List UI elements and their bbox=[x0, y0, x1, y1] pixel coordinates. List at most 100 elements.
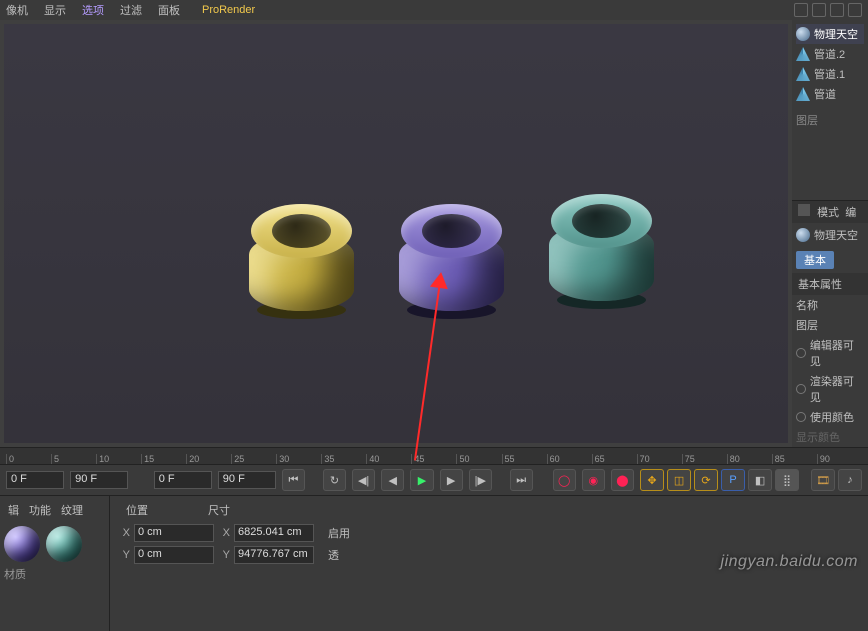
object-item-tube-2[interactable]: 管道.2 bbox=[796, 44, 864, 64]
material-label: 材质 bbox=[4, 566, 105, 582]
size-x-input[interactable]: 6825.041 cm bbox=[234, 524, 314, 542]
mat-tab-func[interactable]: 功能 bbox=[29, 502, 51, 518]
attr-object-name: 物理天空 bbox=[814, 227, 858, 243]
loop-button[interactable]: ↻ bbox=[323, 469, 346, 491]
transport-bar: 0 F 90 F 0 F 90 F ⏮ ↻ ◀| ◀ ▶ ▶ |▶ ⏭ ◯ ◉ … bbox=[0, 465, 868, 495]
goto-start-button[interactable]: ⏮ bbox=[282, 469, 305, 491]
prev-key-button[interactable]: ◀| bbox=[352, 469, 375, 491]
size-y-input[interactable]: 94776.767 cm bbox=[234, 546, 314, 564]
next-key-button[interactable]: |▶ bbox=[469, 469, 492, 491]
object-label: 管道.1 bbox=[814, 66, 845, 82]
frame-start-input[interactable]: 0 F bbox=[6, 471, 64, 489]
tab-basic[interactable]: 基本 bbox=[796, 251, 834, 269]
axis-label: X bbox=[218, 527, 230, 539]
viewport[interactable] bbox=[4, 24, 788, 443]
main-area: 物理天空 管道.2 管道.1 管道 图层 模式 编 bbox=[0, 20, 868, 447]
tick: 60 bbox=[547, 454, 592, 464]
tube-icon bbox=[796, 67, 810, 81]
param-tool-icon[interactable]: P bbox=[721, 469, 745, 491]
menu-display[interactable]: 显示 bbox=[44, 2, 66, 18]
vp-close-icon[interactable] bbox=[848, 3, 862, 17]
menu-prorender[interactable]: ProRender bbox=[202, 4, 255, 16]
enable-label[interactable]: 启用 bbox=[328, 525, 350, 541]
object-teal-tube[interactable] bbox=[549, 194, 654, 309]
tick: 20 bbox=[186, 454, 231, 464]
tick: 65 bbox=[592, 454, 637, 464]
pos-x-input[interactable]: 0 cm bbox=[134, 524, 214, 542]
prev-frame-button[interactable]: ◀ bbox=[381, 469, 404, 491]
tick: 75 bbox=[682, 454, 727, 464]
move-tool-icon[interactable]: ✥ bbox=[640, 469, 664, 491]
layer-header[interactable]: 图层 bbox=[796, 110, 864, 130]
record-key-button[interactable]: ◯ bbox=[553, 469, 576, 491]
attr-mode-header: 模式 编 bbox=[792, 201, 868, 223]
tick: 30 bbox=[276, 454, 321, 464]
radio-show-color: 显示颜色 bbox=[792, 427, 868, 447]
trans-label[interactable]: 透 bbox=[328, 547, 339, 563]
frame-range-input[interactable]: 90 F bbox=[218, 471, 276, 489]
mat-tab-edit[interactable]: 辑 bbox=[8, 502, 19, 518]
play-button[interactable]: ▶ bbox=[410, 469, 433, 491]
mat-tab-tex[interactable]: 纹理 bbox=[61, 502, 83, 518]
pos-y-input[interactable]: 0 cm bbox=[134, 546, 214, 564]
coord-row-x: X 0 cm X 6825.041 cm 启用 bbox=[118, 524, 860, 542]
vp-config-icon[interactable] bbox=[794, 3, 808, 17]
pla-tool-icon[interactable]: ◧ bbox=[748, 469, 772, 491]
tick: 0 bbox=[6, 454, 51, 464]
timeline-ruler[interactable]: 0 5 10 15 20 25 30 35 40 45 50 55 60 65 … bbox=[0, 447, 868, 465]
vp-layout-icon[interactable] bbox=[830, 3, 844, 17]
vp-maximize-icon[interactable] bbox=[812, 3, 826, 17]
section-basic: 基本属性 bbox=[792, 273, 868, 295]
material-panel: 辑 功能 纹理 材质 bbox=[0, 496, 110, 631]
col-size: 尺寸 bbox=[208, 502, 230, 518]
object-manager: 物理天空 管道.2 管道.1 管道 图层 模式 编 bbox=[792, 20, 868, 447]
key-selection-button[interactable]: ⬤ bbox=[611, 469, 634, 491]
name-label: 名称 bbox=[796, 297, 818, 313]
frame-end-input[interactable]: 90 F bbox=[70, 471, 128, 489]
film-icon[interactable]: 🎞 bbox=[811, 469, 835, 491]
radio-use-color[interactable]: 使用颜色 bbox=[792, 407, 868, 427]
bottom-panels: 辑 功能 纹理 材质 位置 尺寸 X 0 cm X 6825.041 cm 启用… bbox=[0, 495, 868, 631]
frame-current-input[interactable]: 0 F bbox=[154, 471, 212, 489]
menu-options[interactable]: 选项 bbox=[82, 2, 104, 18]
radio-label: 编辑器可见 bbox=[810, 337, 864, 369]
axis-label: X bbox=[118, 527, 130, 539]
mode-menu[interactable]: 模式 bbox=[817, 207, 839, 219]
viewport-menubar: 像机 显示 选项 过滤 面板 ProRender bbox=[0, 0, 868, 20]
menu-filter[interactable]: 过滤 bbox=[120, 2, 142, 18]
object-list[interactable]: 物理天空 管道.2 管道.1 管道 图层 bbox=[792, 20, 868, 200]
next-frame-button[interactable]: ▶ bbox=[440, 469, 463, 491]
menu-camera[interactable]: 像机 bbox=[6, 2, 28, 18]
globe-icon bbox=[796, 228, 810, 242]
attr-layer-row: 图层 bbox=[792, 315, 868, 335]
tick: 90 bbox=[817, 454, 862, 464]
rotate-tool-icon[interactable]: ⟳ bbox=[694, 469, 718, 491]
tick: 85 bbox=[772, 454, 817, 464]
col-position: 位置 bbox=[126, 502, 148, 518]
material-preview-purple[interactable] bbox=[4, 526, 40, 562]
anim-marker-icon[interactable]: ⣿ bbox=[775, 469, 799, 491]
scale-tool-icon[interactable]: ◫ bbox=[667, 469, 691, 491]
tick: 70 bbox=[637, 454, 682, 464]
viewport-canvas bbox=[4, 24, 788, 443]
goto-end-button[interactable]: ⏭ bbox=[510, 469, 533, 491]
tick: 25 bbox=[231, 454, 276, 464]
tick: 50 bbox=[456, 454, 501, 464]
autokey-button[interactable]: ◉ bbox=[582, 469, 605, 491]
object-item-tube[interactable]: 管道 bbox=[796, 84, 864, 104]
object-yellow-tube[interactable] bbox=[249, 204, 354, 319]
material-preview-teal[interactable] bbox=[46, 526, 82, 562]
radio-label: 显示颜色 bbox=[796, 429, 840, 445]
tube-icon bbox=[796, 87, 810, 101]
axis-label: Y bbox=[218, 549, 230, 561]
object-item-tube-1[interactable]: 管道.1 bbox=[796, 64, 864, 84]
radio-render-visible[interactable]: 渲染器可见 bbox=[792, 371, 868, 407]
object-item-physical-sky[interactable]: 物理天空 bbox=[796, 24, 864, 44]
menu-panel[interactable]: 面板 bbox=[158, 2, 180, 18]
edit-menu[interactable]: 编 bbox=[845, 207, 856, 219]
object-purple-tube[interactable] bbox=[399, 204, 504, 319]
sound-icon[interactable]: ♪ bbox=[838, 469, 862, 491]
axis-label: Y bbox=[118, 549, 130, 561]
tick: 80 bbox=[727, 454, 772, 464]
radio-editor-visible[interactable]: 编辑器可见 bbox=[792, 335, 868, 371]
